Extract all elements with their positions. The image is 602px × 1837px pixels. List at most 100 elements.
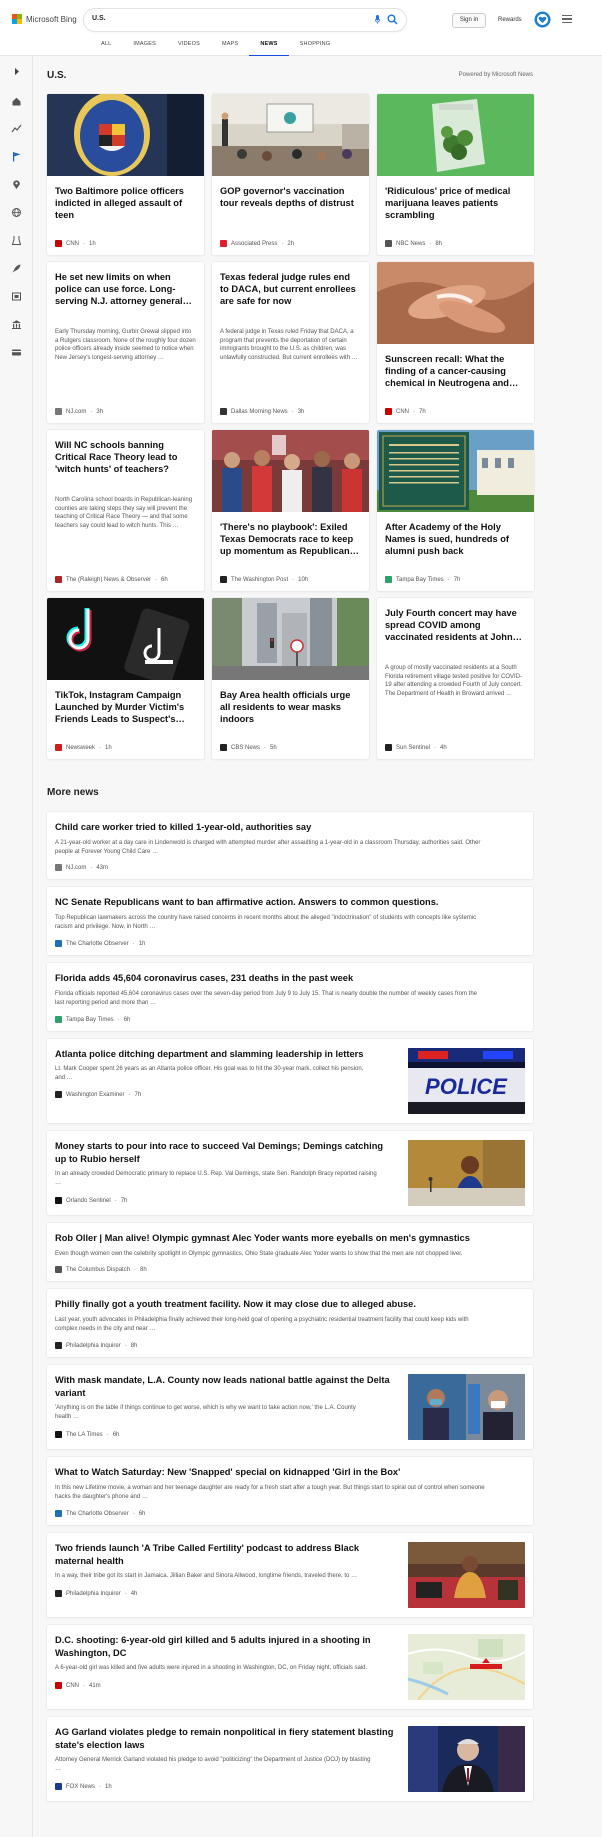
tab-maps[interactable]: MAPS — [211, 40, 249, 56]
news-list-item[interactable]: Two friends launch 'A Tribe Called Ferti… — [47, 1533, 533, 1617]
rewards-link[interactable]: Rewards — [498, 17, 522, 23]
news-list-item[interactable]: Money starts to pour into race to succee… — [47, 1131, 533, 1215]
hamburger-menu-icon[interactable] — [562, 15, 572, 23]
bing-logo[interactable]: Microsoft Bing — [12, 14, 77, 24]
card-icon[interactable] — [11, 347, 22, 358]
trending-icon[interactable] — [11, 123, 22, 134]
item-snippet: Attorney General Merrick Garland violate… — [55, 1756, 395, 1773]
card-source: CBS News · 5h — [220, 744, 277, 751]
source-time: 8h — [130, 1342, 138, 1349]
item-headline[interactable]: Money starts to pour into race to succee… — [55, 1140, 395, 1165]
search-icon[interactable] — [387, 14, 398, 25]
news-card[interactable]: 'There's no playbook': Exiled Texas Demo… — [212, 430, 369, 591]
source-name: NBC News — [396, 240, 426, 247]
source-sep: · — [90, 864, 93, 871]
news-list-item[interactable]: NC Senate Republicans want to ban affirm… — [47, 887, 533, 955]
news-card[interactable]: Bay Area health officials urge all resid… — [212, 598, 369, 759]
card-headline[interactable]: 'There's no playbook': Exiled Texas Demo… — [220, 521, 361, 557]
card-headline[interactable]: Two Baltimore police officers indicted i… — [55, 185, 196, 221]
item-headline[interactable]: NC Senate Republicans want to ban affirm… — [55, 896, 525, 909]
source-time: 1h — [89, 240, 96, 247]
item-source: The Charlotte Observer · 1h — [55, 940, 145, 947]
tab-videos[interactable]: VIDEOS — [167, 40, 211, 56]
source-name: Orlando Sentinel — [66, 1197, 111, 1204]
news-list-item[interactable]: AG Garland violates pledge to remain non… — [47, 1717, 533, 1801]
item-headline[interactable]: Philly finally got a youth treatment fac… — [55, 1298, 525, 1311]
snippet-line: … — [55, 1765, 61, 1772]
card-headline[interactable]: Sunscreen recall: What the finding of a … — [385, 353, 526, 389]
texas-democrats-crowd-image — [212, 430, 369, 512]
card-headline[interactable]: After Academy of the Holy Names is sued,… — [385, 521, 526, 557]
item-headline[interactable]: Atlanta police ditching department and s… — [55, 1048, 395, 1061]
news-card[interactable]: 'Ridiculous' price of medical marijuana … — [377, 94, 534, 255]
news-list-item[interactable]: Rob Oller | Man alive! Olympic gymnast A… — [47, 1223, 533, 1281]
news-list-item[interactable]: Florida adds 45,604 coronavirus cases, 2… — [47, 963, 533, 1031]
card-headline[interactable]: Texas federal judge rules end to DACA, b… — [220, 271, 361, 307]
news-card[interactable]: Two Baltimore police officers indicted i… — [47, 94, 204, 255]
card-headline[interactable]: 'Ridiculous' price of medical marijuana … — [385, 185, 526, 221]
tab-news[interactable]: NEWS — [249, 40, 289, 56]
card-source: NBC News · 8h — [385, 240, 442, 247]
tab-all[interactable]: ALL — [90, 40, 122, 56]
item-headline[interactable]: With mask mandate, L.A. County now leads… — [55, 1374, 395, 1399]
source-logo-icon — [55, 1342, 62, 1349]
item-headline[interactable]: What to Watch Saturday: New 'Snapped' sp… — [55, 1466, 525, 1479]
card-headline[interactable]: Will NC schools banning Critical Race Th… — [55, 439, 196, 475]
home-icon[interactable] — [11, 96, 22, 107]
source-logo-icon — [55, 940, 62, 947]
rocket-icon[interactable] — [11, 263, 22, 274]
item-headline[interactable]: Child care worker tried to killed 1-year… — [55, 821, 525, 834]
news-list-item[interactable]: D.C. shooting: 6-year-old girl killed an… — [47, 1625, 533, 1709]
item-headline[interactable]: Rob Oller | Man alive! Olympic gymnast A… — [55, 1232, 525, 1245]
news-card[interactable]: Sunscreen recall: What the finding of a … — [377, 262, 534, 423]
card-headline[interactable]: GOP governor's vaccination tour reveals … — [220, 185, 361, 209]
news-card[interactable]: GOP governor's vaccination tour reveals … — [212, 94, 369, 255]
news-list-item[interactable]: Atlanta police ditching department and s… — [47, 1039, 533, 1123]
rewards-medal-icon[interactable] — [534, 11, 551, 28]
item-headline[interactable]: D.C. shooting: 6-year-old girl killed an… — [55, 1634, 395, 1659]
card-headline[interactable]: TikTok, Instagram Campaign Launched by M… — [55, 689, 196, 725]
news-card[interactable]: After Academy of the Holy Names is sued,… — [377, 430, 534, 591]
snippet-line: Lt. Mark Cooper spent 26 years as an Atl… — [55, 1066, 364, 1072]
news-card[interactable]: July Fourth concert may have spread COVI… — [377, 598, 534, 759]
item-snippet: A 21-year-old worker at a day care in Li… — [55, 839, 525, 856]
location-pin-icon[interactable] — [11, 179, 22, 190]
card-headline[interactable]: He set new limits on when police can use… — [55, 271, 196, 307]
item-headline[interactable]: AG Garland violates pledge to remain non… — [55, 1726, 395, 1751]
item-headline[interactable]: Two friends launch 'A Tribe Called Ferti… — [55, 1542, 395, 1567]
news-card[interactable]: Will NC schools banning Critical Race Th… — [47, 430, 204, 591]
news-list-item[interactable]: What to Watch Saturday: New 'Snapped' sp… — [47, 1457, 533, 1525]
search-input[interactable]: U.S. — [92, 15, 106, 22]
item-snippet: In an already crowded Democratic primary… — [55, 1170, 395, 1187]
podcast-hosts-thumbnail — [408, 1542, 525, 1608]
news-card[interactable]: TikTok, Instagram Campaign Launched by M… — [47, 598, 204, 759]
source-sep: · — [134, 1266, 137, 1273]
source-logo-icon — [55, 1016, 62, 1023]
tab-images[interactable]: IMAGES — [122, 40, 167, 56]
news-list-item[interactable]: Child care worker tried to killed 1-year… — [47, 812, 533, 879]
flag-icon[interactable] — [11, 151, 22, 162]
card-headline[interactable]: July Fourth concert may have spread COVI… — [385, 607, 526, 643]
film-icon[interactable] — [11, 291, 22, 302]
microphone-icon[interactable] — [375, 15, 380, 24]
globe-icon[interactable] — [11, 207, 22, 218]
garland-portrait-thumbnail — [408, 1726, 525, 1792]
science-icon[interactable] — [11, 235, 22, 246]
item-source: CNN · 41m — [55, 1682, 101, 1689]
search-box[interactable]: U.S. — [84, 9, 406, 31]
snippet-line: Last year, youth advocates in Philadelph… — [55, 1317, 469, 1323]
source-sep: · — [281, 240, 284, 247]
sign-in-button[interactable]: Sign in — [452, 13, 486, 28]
news-card[interactable]: He set new limits on when police can use… — [47, 262, 204, 423]
card-source: Newsweek · 1h — [55, 744, 112, 751]
card-headline[interactable]: Bay Area health officials urge all resid… — [220, 689, 361, 725]
snippet-line: Even though women own the celebrity spot… — [55, 1251, 463, 1257]
source-logo-icon — [55, 1590, 62, 1597]
news-list-item[interactable]: With mask mandate, L.A. County now leads… — [47, 1365, 533, 1449]
bank-icon[interactable] — [11, 319, 22, 330]
news-list-item[interactable]: Philly finally got a youth treatment fac… — [47, 1289, 533, 1357]
news-card[interactable]: Texas federal judge rules end to DACA, b… — [212, 262, 369, 423]
item-headline[interactable]: Florida adds 45,604 coronavirus cases, 2… — [55, 972, 525, 985]
tab-shopping[interactable]: SHOPPING — [289, 40, 342, 56]
expand-chevron-icon[interactable] — [11, 66, 22, 77]
